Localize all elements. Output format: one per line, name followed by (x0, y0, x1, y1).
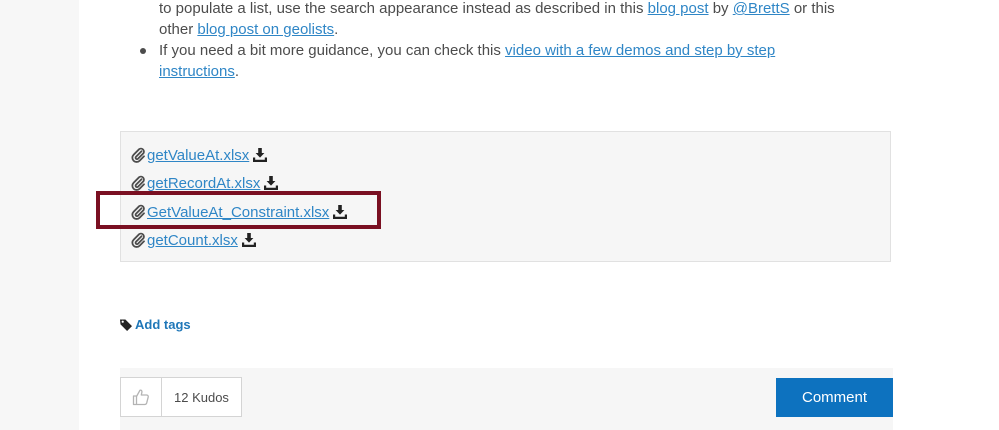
geolists-blog-link[interactable]: blog post on geolists (197, 21, 334, 38)
highlight-box (96, 191, 381, 229)
blog-post-link[interactable]: blog post (648, 0, 709, 17)
attachment-row: getValueAt.xlsx (131, 144, 268, 166)
attachment-link[interactable]: getValueAt.xlsx (147, 147, 249, 164)
attachment-row: getCount.xlsx (131, 229, 256, 251)
attachment-link[interactable]: getRecordAt.xlsx (147, 175, 260, 192)
list-item-text: other (159, 21, 198, 38)
paperclip-icon (131, 147, 145, 163)
instructions-list: to populate a list, use the search appea… (140, 0, 840, 82)
list-item-text: . (334, 21, 339, 38)
video-link-continued[interactable]: instructions (159, 63, 235, 80)
paperclip-icon (131, 175, 145, 191)
list-item-text: If you need a bit more guidance, you can… (159, 42, 506, 59)
add-tags-link[interactable]: Add tags (120, 317, 191, 332)
tag-icon (120, 319, 132, 331)
list-item-text: to populate a list, use the search appea… (159, 0, 648, 17)
attachment-link[interactable]: getCount.xlsx (147, 232, 238, 249)
kudo-button[interactable] (121, 378, 162, 416)
list-item: to populate a list, use the search appea… (140, 0, 840, 40)
video-link[interactable]: video with a few demos and step by step (505, 42, 775, 59)
kudos-count: 12 Kudos (162, 378, 241, 416)
list-item: If you need a bit more guidance, you can… (140, 40, 840, 82)
paperclip-icon (131, 232, 145, 248)
download-icon[interactable] (241, 233, 256, 247)
left-gutter (0, 0, 79, 430)
list-item-text: or this (789, 0, 835, 17)
download-icon[interactable] (253, 148, 268, 162)
kudos-group: 12 Kudos (120, 377, 242, 417)
list-item-text: by (708, 0, 733, 17)
add-tags-label: Add tags (135, 317, 191, 332)
author-link[interactable]: @BrettS (733, 0, 790, 17)
thumbs-up-icon (132, 389, 149, 406)
comment-button[interactable]: Comment (776, 378, 893, 417)
list-item-text: . (234, 63, 240, 80)
bullet-dot (140, 48, 146, 54)
download-icon[interactable] (264, 176, 279, 190)
